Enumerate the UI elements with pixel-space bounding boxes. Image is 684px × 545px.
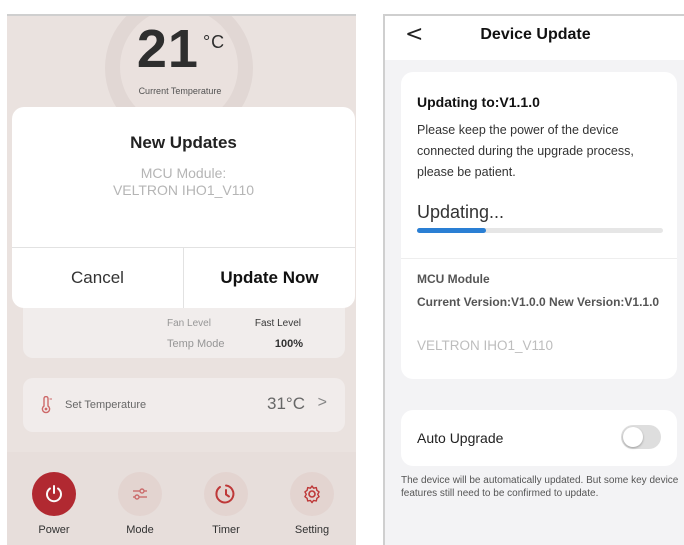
updating-to-text: Updating to:V1.1.0 <box>417 94 540 110</box>
header: < Device Update <box>385 16 684 60</box>
auto-upgrade-label: Auto Upgrade <box>417 430 504 446</box>
module-name: MCU Module <box>417 272 490 286</box>
dialog-title: New Updates <box>130 133 237 152</box>
progress-bar-fill <box>417 228 486 233</box>
cancel-button[interactable]: Cancel <box>12 248 183 308</box>
update-status: Updating... <box>417 202 505 222</box>
left-app-screen: 21 °C Current Temperature Fan Level Fast … <box>7 14 356 545</box>
dialog-module-id: VELTRON IHO1_V110 <box>112 182 255 198</box>
toggle-knob <box>623 427 643 447</box>
device-update-screen: < Device Update Updating to:V1.1.0 Pleas… <box>383 14 684 545</box>
update-now-button[interactable]: Update Now <box>184 248 355 308</box>
auto-upgrade-toggle[interactable] <box>621 425 661 449</box>
auto-upgrade-row: Auto Upgrade <box>401 410 677 466</box>
update-note: Please keep the power of the device conn… <box>417 123 634 179</box>
module-id: VELTRON IHO1_V110 <box>417 338 554 353</box>
card-divider <box>401 258 677 259</box>
progress-bar <box>417 228 663 233</box>
dialog-module-label: MCU Module: <box>140 165 227 181</box>
dialog-module-info: MCU Module: VELTRON IHO1_V110 <box>12 165 355 199</box>
new-updates-dialog: New Updates MCU Module: VELTRON IHO1_V11… <box>12 107 355 308</box>
version-info: Current Version:V1.0.0 New Version:V1.1.… <box>417 295 660 309</box>
update-progress-card: Updating to:V1.1.0 Please keep the power… <box>401 72 677 379</box>
auto-upgrade-footnote: The device will be automatically updated… <box>401 475 679 499</box>
page-title: Device Update <box>480 26 591 43</box>
